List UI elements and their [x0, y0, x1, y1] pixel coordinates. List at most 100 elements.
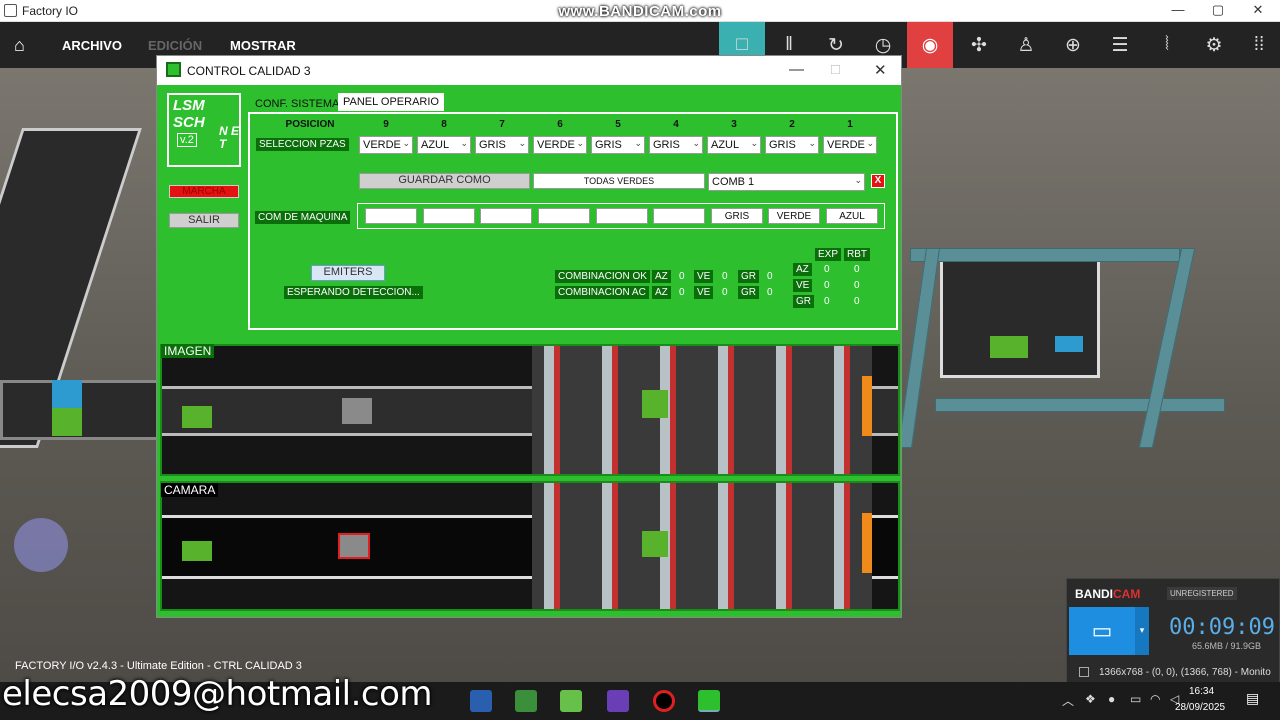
part-green	[182, 406, 212, 428]
tab-conf-sistema[interactable]: CONF. SISTEMA	[250, 95, 345, 113]
ac-gr-count: 0	[767, 287, 773, 298]
menu-edicion[interactable]: EDICIÓN	[148, 38, 202, 53]
record-icon[interactable]	[653, 690, 675, 712]
chevron-down-icon: ⌄	[854, 175, 862, 185]
imagen-label: IMAGEN	[161, 344, 215, 358]
person-icon[interactable]: ♙	[1003, 22, 1049, 68]
tab-panel-operario[interactable]: PANEL OPERARIO	[338, 93, 444, 111]
list-icon[interactable]: ☰	[1097, 22, 1143, 68]
delete-combination-button[interactable]: X	[871, 174, 885, 188]
notification-icon[interactable]: ▤	[1246, 690, 1259, 707]
select-pos-4[interactable]: GRIS ⌄	[649, 136, 703, 154]
clock-date[interactable]: 28/09/2025	[1175, 702, 1225, 713]
camara-label: CAMARA	[161, 483, 219, 497]
machine-array	[532, 346, 872, 474]
select-pos-3[interactable]: AZUL ⌄	[707, 136, 761, 154]
combinacion-ok-label: COMBINACION OK	[555, 270, 650, 283]
monitor-icon[interactable]: ▭	[1069, 607, 1135, 655]
target-icon[interactable]: ⊕	[1050, 22, 1096, 68]
machine-slot-4	[653, 208, 705, 224]
emiters-button[interactable]: EMITERS	[311, 265, 385, 281]
gears-icon[interactable]: ⚙	[1191, 22, 1237, 68]
machine-slot-8	[423, 208, 475, 224]
position-2: 2	[789, 119, 795, 130]
status-bar: FACTORY I/O v2.4.3 - Ultimate Edition - …	[15, 660, 302, 672]
select-pos-5[interactable]: GRIS ⌄	[591, 136, 645, 154]
position-8: 8	[441, 119, 447, 130]
rbt-az-count: 0	[854, 264, 860, 275]
conveyor-right	[940, 248, 1100, 378]
menu-mostrar[interactable]: MOSTRAR	[230, 38, 296, 53]
position-3: 3	[731, 119, 737, 130]
salir-button[interactable]: SALIR	[169, 213, 239, 228]
detection-box	[338, 533, 370, 559]
select-value: GRIS	[653, 139, 680, 151]
clock-time[interactable]: 16:34	[1189, 686, 1214, 697]
image-app-icon[interactable]	[515, 690, 537, 712]
part-green-machine	[642, 390, 668, 418]
bandicam-brand: BANDICAM	[1075, 587, 1140, 601]
part-green	[182, 541, 212, 561]
ac-ve-count: 0	[722, 287, 728, 298]
home-icon[interactable]: ⌂	[14, 35, 25, 56]
gantry-left	[897, 248, 941, 448]
factory-io-task-icon[interactable]	[698, 690, 720, 712]
record-resolution: 1366x768 - (0, 0), (1366, 768) - Monito	[1099, 667, 1271, 678]
grid-icon[interactable]: ⁞⁞	[1236, 22, 1280, 68]
dialog-maximize-button[interactable]: □	[831, 61, 840, 78]
combination-select[interactable]: COMB 1 ⌄	[708, 173, 865, 191]
select-value: AZUL	[711, 139, 740, 151]
gantry-right	[1138, 248, 1196, 448]
conveyor-bottom-left	[0, 380, 170, 440]
gantry-top	[910, 248, 1180, 262]
vscode-icon[interactable]	[470, 690, 492, 712]
combination-name-input[interactable]: TODAS VERDES	[533, 173, 705, 189]
position-6: 6	[557, 119, 563, 130]
drivers-icon[interactable]: ⦚	[1144, 22, 1190, 68]
dialog-titlebar: CONTROL CALIDAD 3 — □ ✕	[157, 56, 901, 85]
robot-app-icon[interactable]	[560, 690, 582, 712]
brand-part1: BANDI	[1075, 587, 1113, 601]
select-pos-2[interactable]: GRIS ⌄	[765, 136, 819, 154]
lsm-sch-logo: LSM SCH v.2 N E T	[167, 93, 241, 167]
position-4: 4	[673, 119, 679, 130]
dropbox-icon[interactable]: ❖	[1085, 692, 1096, 706]
record-size: 65.6MB / 91.9GB	[1192, 641, 1262, 651]
fan-icon[interactable]: ✣	[956, 22, 1002, 68]
visual-studio-icon[interactable]	[607, 690, 629, 712]
rbt-gr-count: 0	[854, 296, 860, 307]
ac-az-count: 0	[679, 287, 685, 298]
waiting-status: ESPERANDO DETECCION...	[284, 286, 423, 299]
select-pos-6[interactable]: VERDE ⌄	[533, 136, 587, 154]
position-7: 7	[499, 119, 505, 130]
tray-chevron-icon[interactable]: ︿	[1062, 692, 1074, 709]
dialog-app-icon	[166, 62, 181, 77]
guardar-como-button[interactable]: GUARDAR COMO	[359, 173, 530, 189]
chevron-down-icon: ⌄	[402, 138, 410, 148]
select-pos-9[interactable]: VERDE ⌄	[359, 136, 413, 154]
part-blue	[52, 380, 82, 408]
chevron-down-icon: ⌄	[866, 138, 874, 148]
sensor-icon[interactable]: ◉	[907, 22, 953, 68]
rbt-ve-count: 0	[854, 280, 860, 291]
bandicam-watermark: www.BANDICAM.com	[558, 3, 722, 20]
select-pos-1[interactable]: VERDE ⌄	[823, 136, 877, 154]
exp-ve-count: 0	[824, 280, 830, 291]
machine-slot-5	[596, 208, 648, 224]
exp-gr-count: 0	[824, 296, 830, 307]
chevron-down-icon[interactable]: ▾	[1135, 607, 1149, 655]
select-pos-8[interactable]: AZUL ⌄	[417, 136, 471, 154]
wifi-icon[interactable]: ◠	[1150, 692, 1160, 706]
exprbt-ve-tag: VE	[793, 279, 813, 292]
mic-icon[interactable]: ●	[1108, 692, 1115, 706]
select-pos-7[interactable]: GRIS ⌄	[475, 136, 529, 154]
com-maquina-label: COM DE MAQUINA	[255, 211, 351, 224]
dialog-minimize-button[interactable]: —	[789, 61, 804, 78]
marcha-button[interactable]: MARCHA	[169, 185, 239, 198]
chevron-down-icon: ⌄	[808, 138, 816, 148]
battery-icon[interactable]: ▭	[1130, 692, 1141, 706]
region-icon	[1079, 667, 1089, 677]
dialog-close-button[interactable]: ✕	[874, 61, 887, 79]
menu-archivo[interactable]: ARCHIVO	[62, 38, 122, 53]
exprbt-az-tag: AZ	[793, 263, 812, 276]
